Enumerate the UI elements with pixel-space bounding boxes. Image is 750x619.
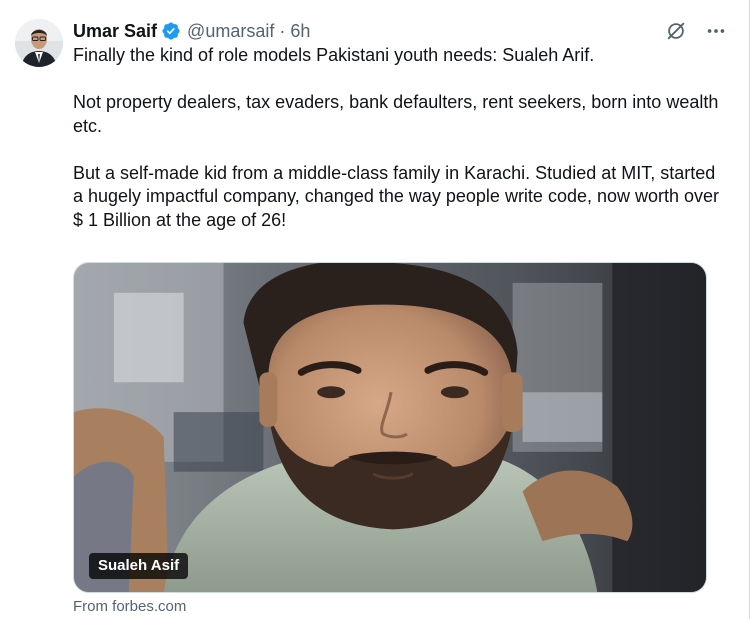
link-card-image[interactable]: Sualeh Asif [73,262,707,593]
verified-badge-icon[interactable] [161,21,181,41]
photo-image [74,263,706,592]
more-icon[interactable] [703,18,729,44]
timestamp[interactable]: 6h [290,21,310,42]
tweet-actions-top [663,18,729,44]
avatar[interactable] [15,19,63,67]
link-source[interactable]: From forbes.com [73,598,186,615]
tweet-text: Finally the kind of role models Pakistan… [73,44,723,232]
image-label: Sualeh Asif [89,553,189,579]
tweet-paragraph: Not property dealers, tax evaders, bank … [73,92,719,136]
separator-dot: · [279,20,286,41]
author-display-name[interactable]: Umar Saif [73,21,157,42]
tweet-header: Umar Saif @umarsaif · 6h [73,18,310,44]
tweet: Umar Saif @umarsaif · 6h Finally the kin… [0,0,750,619]
grok-icon[interactable] [663,18,689,44]
author-handle[interactable]: @umarsaif [187,21,274,42]
tweet-paragraph: But a self-made kid from a middle-class … [73,162,720,230]
tweet-paragraph: Finally the kind of role models Pakistan… [73,45,595,65]
